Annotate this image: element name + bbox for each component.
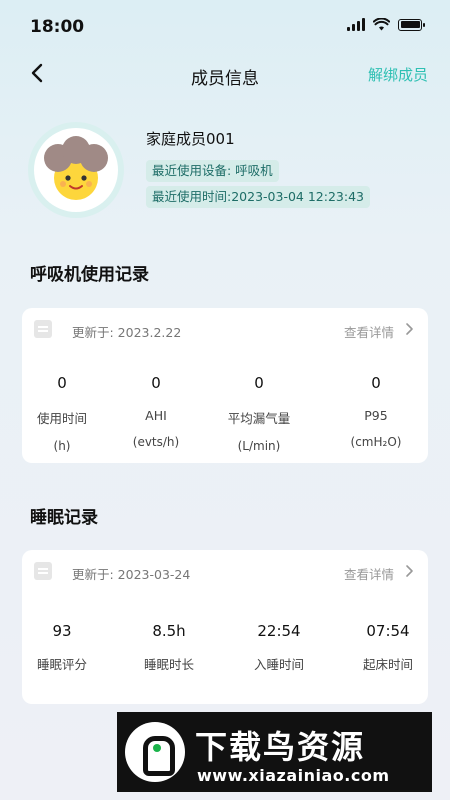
metric-value: 22:54 xyxy=(257,622,301,640)
recent-device-tag: 最近使用设备: 呼吸机 xyxy=(146,160,279,182)
ventilator-section-title: 呼吸机使用记录 xyxy=(30,265,149,285)
metric-value: 0 xyxy=(254,374,264,392)
metric-label: AHI xyxy=(145,408,167,423)
ventilator-record-card[interactable]: 更新于: 2023.2.22 查看详情 0 使用时间 (h) 0 AHI (ev… xyxy=(22,308,428,463)
metric-label: 睡眠时长 xyxy=(143,657,194,672)
metric-value: 0 xyxy=(57,374,67,392)
avatar-face-icon xyxy=(44,136,108,200)
metric-unit: (h) xyxy=(53,439,71,453)
metric-label: 使用时间 xyxy=(36,411,87,426)
calendar-icon xyxy=(34,562,52,580)
metric-label: 起床时间 xyxy=(362,657,413,672)
metric-sleep-time: 22:54 入睡时间 xyxy=(231,622,327,673)
metric-sleep-score: 93 睡眠评分 xyxy=(14,622,110,673)
status-bar: 18:00 xyxy=(0,0,450,52)
chevron-right-icon[interactable] xyxy=(402,322,416,336)
metric-value: 0 xyxy=(151,374,161,392)
metric-label: 睡眠评分 xyxy=(36,657,87,672)
battery-icon xyxy=(398,18,425,31)
watermark-url: www.xiazainiao.com xyxy=(197,766,390,785)
sleep-record-card[interactable]: 更新于: 2023-03-24 查看详情 93 睡眠评分 8.5h 睡眠时长 2… xyxy=(22,550,428,704)
recent-use-time-tag: 最近使用时间:2023-03-04 12:23:43 xyxy=(146,186,370,208)
metric-ahi: 0 AHI (evts/h) xyxy=(108,374,204,449)
metric-p95: 0 P95 (cmH₂O) xyxy=(328,374,424,449)
metric-usage-time: 0 使用时间 (h) xyxy=(14,374,110,453)
updated-date: 更新于: 2023-03-24 xyxy=(72,567,191,582)
card-header: 更新于: 2023-03-24 查看详情 xyxy=(22,550,428,594)
view-details-link[interactable]: 查看详情 xyxy=(344,564,394,583)
calendar-icon xyxy=(34,320,52,338)
wifi-icon xyxy=(373,18,390,31)
signal-icon xyxy=(347,18,365,31)
metric-sleep-duration: 8.5h 睡眠时长 xyxy=(121,622,217,673)
avatar-image xyxy=(34,128,118,212)
watermark-title: 下载鸟资源 xyxy=(195,728,366,766)
metric-value: 93 xyxy=(52,622,72,640)
metric-value: 8.5h xyxy=(152,622,186,640)
avatar xyxy=(28,122,124,218)
metric-value: 0 xyxy=(371,374,381,392)
metric-label: P95 xyxy=(364,408,388,423)
nav-bar: 成员信息 解绑成员 xyxy=(0,52,450,96)
unbind-member-button[interactable]: 解绑成员 xyxy=(368,64,428,85)
metric-unit: (evts/h) xyxy=(132,435,180,449)
watermark-banner: 下载鸟资源 www.xiazainiao.com xyxy=(117,712,432,792)
metric-unit: (cmH₂O) xyxy=(350,435,402,449)
metric-unit: (L/min) xyxy=(237,439,281,453)
view-details-link[interactable]: 查看详情 xyxy=(344,322,394,341)
watermark-logo-icon xyxy=(125,722,185,782)
metric-label: 平均漏气量 xyxy=(227,411,291,426)
updated-date: 更新于: 2023.2.22 xyxy=(72,325,182,340)
metric-avg-leak: 0 平均漏气量 (L/min) xyxy=(211,374,307,453)
status-time: 18:00 xyxy=(30,17,85,37)
sleep-section-title: 睡眠记录 xyxy=(30,508,98,528)
member-name: 家庭成员001 xyxy=(146,130,235,148)
status-icons xyxy=(347,18,425,31)
card-header: 更新于: 2023.2.22 查看详情 xyxy=(22,308,428,352)
member-profile: 家庭成员001 最近使用设备: 呼吸机 最近使用时间:2023-03-04 12… xyxy=(28,122,428,222)
chevron-right-icon[interactable] xyxy=(402,564,416,578)
metric-value: 07:54 xyxy=(366,622,410,640)
metric-wake-time: 07:54 起床时间 xyxy=(340,622,436,673)
metric-label: 入睡时间 xyxy=(253,657,304,672)
